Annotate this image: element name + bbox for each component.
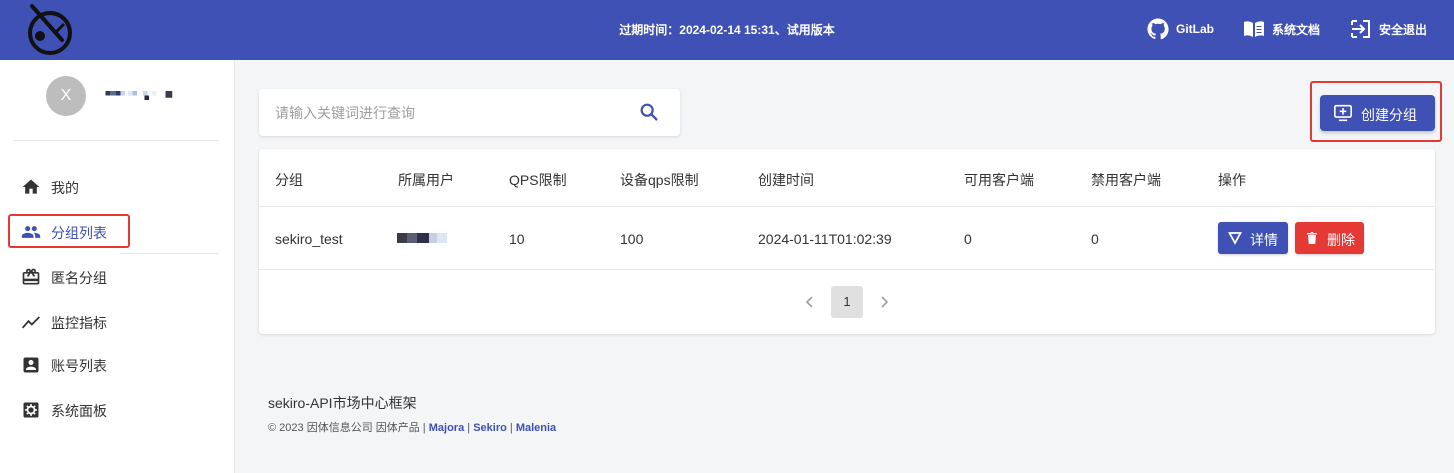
card-giftcard-icon <box>22 268 40 285</box>
column-header: 操作 <box>1218 172 1246 188</box>
create-group-label: 创建分组 <box>1361 107 1417 123</box>
home-icon <box>22 179 40 194</box>
delete-button[interactable]: 删除 <box>1295 222 1364 254</box>
sidebar-item-anonymous-group[interactable]: 匿名分组 <box>0 257 235 297</box>
expire-notice: 过期时间：2024-02-14 15:31、试用版本 <box>619 23 835 37</box>
footer-sep: | <box>509 422 513 434</box>
footer-copyright: © 2023 因体信息公司 因体产品 | Majora | Sekiro | M… <box>268 419 556 435</box>
column-header: 设备qps限制 <box>620 172 699 188</box>
logout-link[interactable]: 安全退出 <box>1349 17 1427 41</box>
chevron-left-icon[interactable] <box>803 295 817 309</box>
add-to-queue-icon <box>1334 104 1352 122</box>
create-group-button[interactable]: 创建分组 <box>1320 95 1435 131</box>
logout-label: 安全退出 <box>1379 22 1428 37</box>
detail-button[interactable]: 详情 <box>1218 222 1288 254</box>
owner-redacted <box>397 233 447 243</box>
row-divider <box>259 269 1435 270</box>
user-name-redacted <box>105 91 173 100</box>
sidebar-item-label: 系统面板 <box>51 403 107 419</box>
sidebar-item-label: 我的 <box>51 180 79 196</box>
search-icon[interactable] <box>638 101 660 123</box>
search-input[interactable] <box>275 101 625 125</box>
trash-icon <box>1307 232 1317 244</box>
copyright-text: © 2023 因体信息公司 因体产品 | <box>268 422 426 434</box>
avatar[interactable]: X <box>46 76 86 116</box>
sekiro-link[interactable]: Sekiro <box>473 422 507 434</box>
sidebar-item-label: 账号列表 <box>51 358 107 374</box>
cell-group: sekiro_test <box>275 231 343 247</box>
sidebar-item-label: 匿名分组 <box>51 270 107 286</box>
exit-icon <box>1351 20 1370 38</box>
header-divider <box>259 206 1435 207</box>
sidebar-divider <box>14 140 219 141</box>
group-icon <box>21 226 41 238</box>
chevron-right-icon[interactable] <box>877 295 891 309</box>
delete-label: 删除 <box>1327 232 1355 248</box>
github-icon <box>1147 18 1169 40</box>
sidebar-item-system-panel[interactable]: 系统面板 <box>0 390 235 430</box>
sidebar-item-mine[interactable]: 我的 <box>0 167 235 207</box>
majora-link[interactable]: Majora <box>429 422 464 434</box>
sidebar: X 我的 分组列表 匿名分组 监控指标 账号列表 系统面板 <box>0 60 235 473</box>
cell-disabled-clients: 0 <box>1091 231 1099 247</box>
gitlab-link[interactable]: GitLab <box>1146 17 1214 41</box>
column-header: 可用客户端 <box>964 172 1034 188</box>
gitlab-label: GitLab <box>1176 22 1214 36</box>
cell-qps: 10 <box>509 231 525 247</box>
footer-sep: | <box>467 422 471 434</box>
cell-available-clients: 0 <box>964 231 972 247</box>
trending-icon <box>21 316 40 329</box>
cell-device-qps: 100 <box>620 231 644 247</box>
sidebar-item-label: 分组列表 <box>51 225 107 241</box>
column-header: 禁用客户端 <box>1091 172 1161 188</box>
column-header: QPS限制 <box>509 172 567 188</box>
group-table-card: 分组 所属用户 QPS限制 设备qps限制 创建时间 可用客户端 禁用客户端 操… <box>259 149 1435 334</box>
malenia-link[interactable]: Malenia <box>516 422 556 434</box>
cell-created-time: 2024-01-11T01:02:39 <box>758 231 892 247</box>
docs-link[interactable]: 系统文档 <box>1242 17 1320 41</box>
sidebar-item-monitoring[interactable]: 监控指标 <box>0 302 235 342</box>
settings-panel-icon <box>23 402 39 418</box>
filter-icon <box>1228 232 1242 245</box>
top-app-bar: 过期时间：2024-02-14 15:31、试用版本 GitLab 系统文档 安… <box>0 0 1454 60</box>
sidebar-item-accounts[interactable]: 账号列表 <box>0 345 235 385</box>
account-box-icon <box>23 357 39 373</box>
footer-title: sekiro-API市场中心框架 <box>268 395 417 411</box>
sidebar-item-group-list[interactable]: 分组列表 <box>0 212 235 252</box>
column-header: 创建时间 <box>758 172 814 188</box>
page-number[interactable]: 1 <box>831 286 863 318</box>
column-header: 所属用户 <box>398 172 454 188</box>
docs-label: 系统文档 <box>1272 22 1321 37</box>
column-header: 分组 <box>275 172 303 188</box>
sidebar-item-label: 监控指标 <box>51 315 107 331</box>
detail-label: 详情 <box>1250 232 1278 248</box>
book-icon <box>1244 21 1264 37</box>
search-box <box>259 89 680 136</box>
sidebar-divider <box>120 253 219 254</box>
